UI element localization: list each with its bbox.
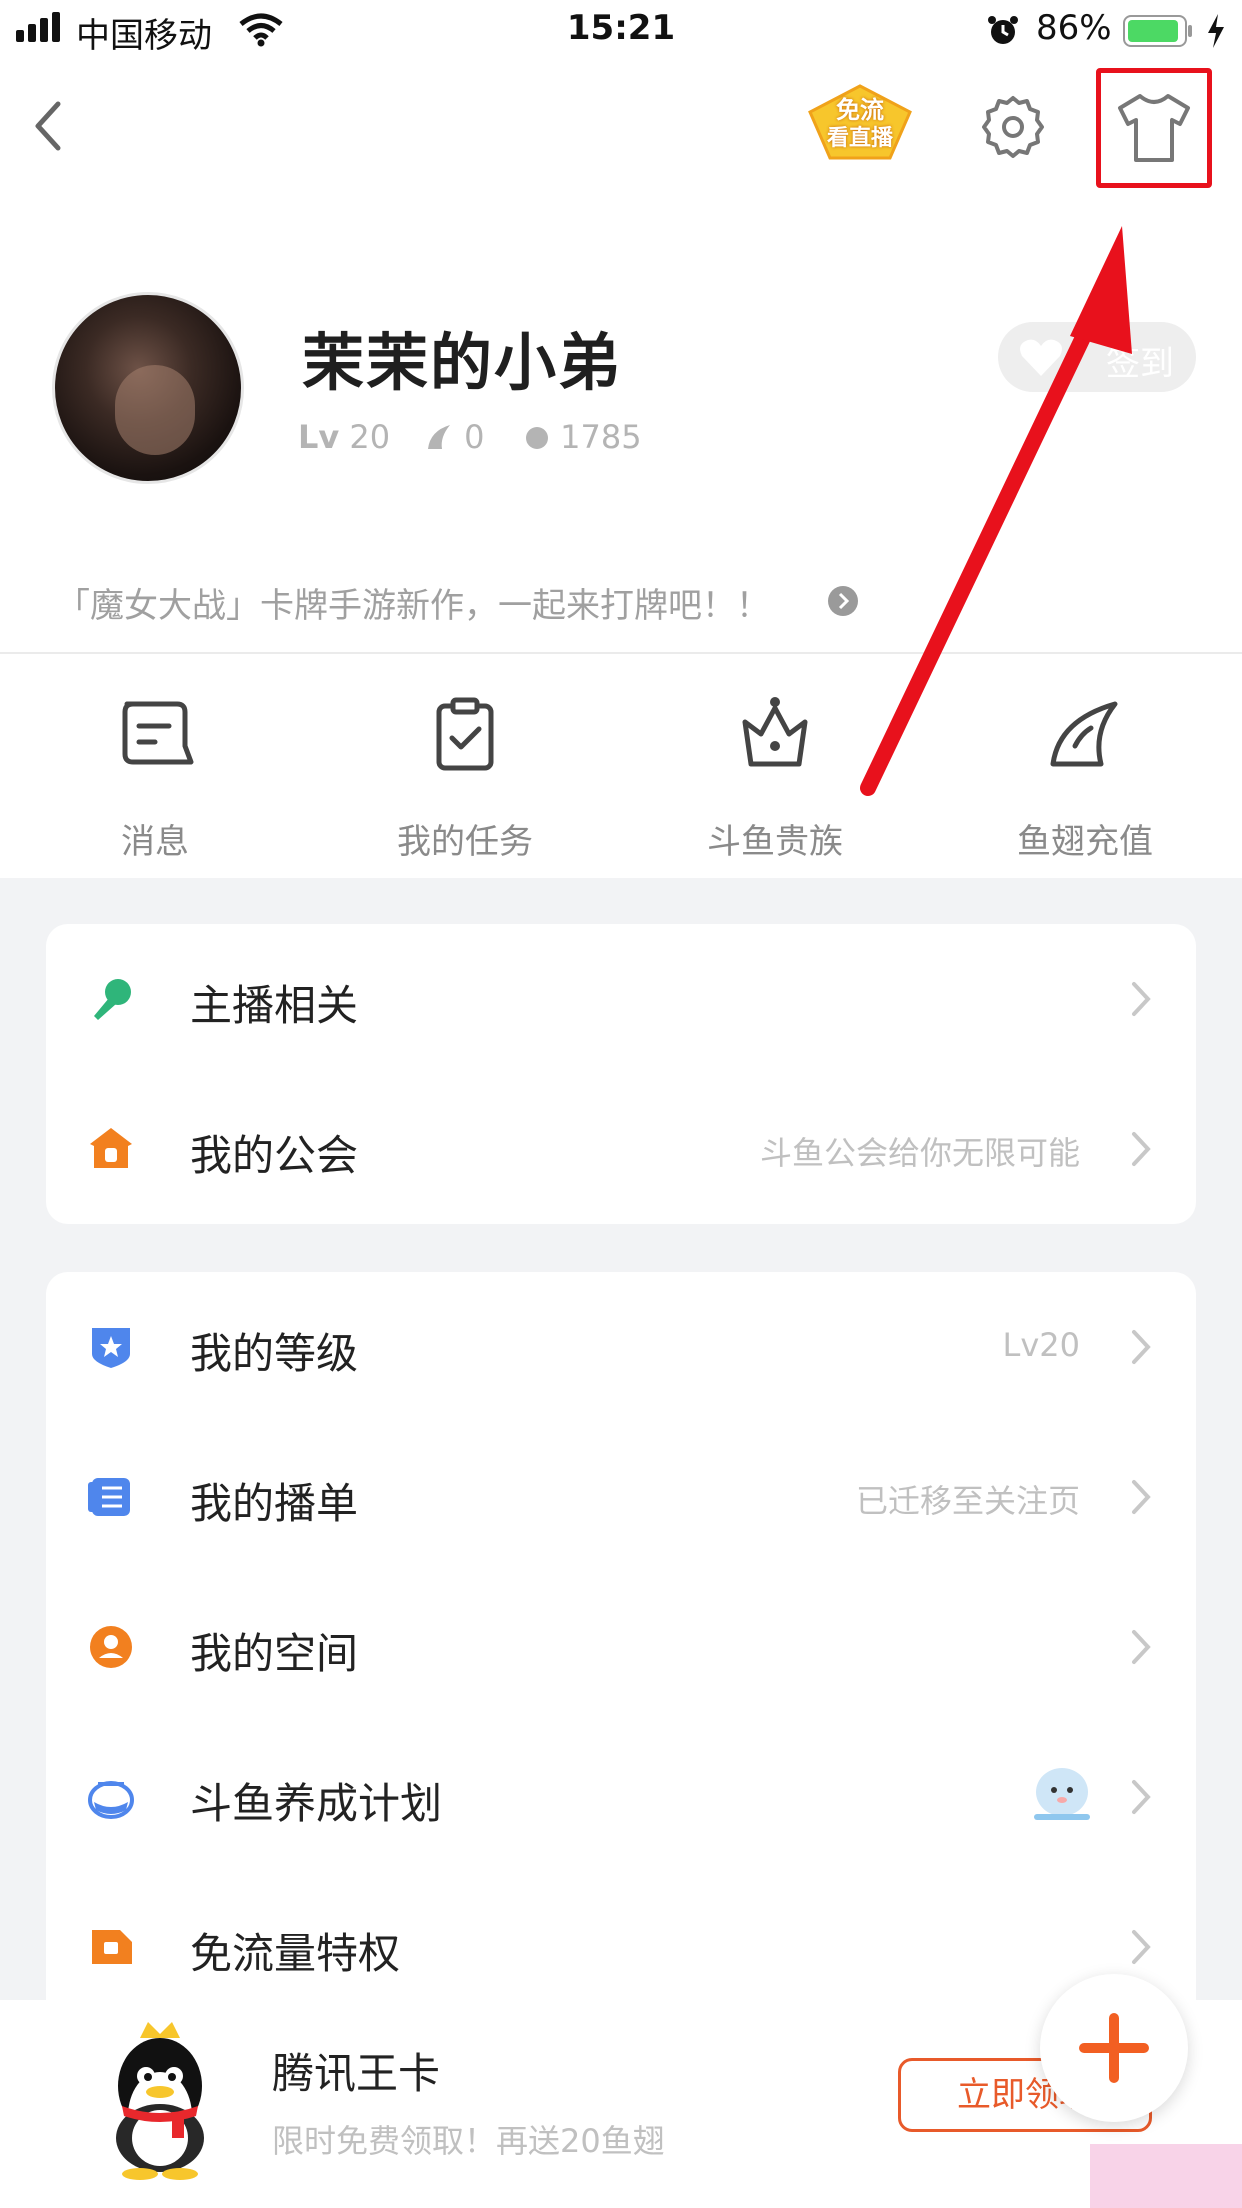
row-hint: Lv20 bbox=[1002, 1326, 1080, 1364]
row-label: 我的等级 bbox=[190, 1329, 359, 1378]
username[interactable]: 茉茉的小弟 bbox=[302, 312, 622, 402]
row-hint: 已迁移至关注页 bbox=[855, 1482, 1080, 1520]
chevron-right-icon bbox=[1132, 1780, 1151, 1814]
menu-card-anchor: 主播相关 我的公会 斗鱼公会给你无限可能 bbox=[46, 924, 1196, 1224]
star-shield-icon bbox=[92, 1328, 130, 1368]
balls-value: 1785 bbox=[560, 418, 642, 456]
gear-icon[interactable] bbox=[980, 94, 1046, 160]
guild-house-icon bbox=[90, 1128, 132, 1168]
checkin-label: 签到 bbox=[1106, 344, 1174, 384]
row-label: 斗鱼养成计划 bbox=[190, 1779, 443, 1828]
avatar-face bbox=[115, 365, 195, 455]
level-stat: Lv 20 bbox=[298, 418, 390, 456]
corner-watermark bbox=[1090, 2144, 1242, 2208]
fin-small-icon bbox=[428, 425, 450, 449]
fins-stat: 0 bbox=[424, 418, 485, 456]
qq-penguin-icon bbox=[116, 2022, 204, 2180]
row-label: 主播相关 bbox=[190, 981, 359, 1030]
menu-row-my-playlist[interactable]: 我的播单 已迁移至关注页 bbox=[46, 1422, 1196, 1572]
row-label: 我的空间 bbox=[190, 1629, 359, 1678]
chevron-right-icon bbox=[1132, 1330, 1151, 1364]
alarm-icon bbox=[988, 16, 1018, 44]
balls-stat: 1785 bbox=[524, 418, 642, 456]
skin-button[interactable] bbox=[1096, 68, 1212, 188]
chevron-right-icon bbox=[1132, 1132, 1151, 1166]
quick-action-label: 我的任务 bbox=[397, 822, 533, 862]
battery-percentage: 86% bbox=[1036, 8, 1112, 48]
chevron-right-small-icon bbox=[838, 592, 850, 610]
checkin-button[interactable]: 签到 bbox=[998, 322, 1196, 392]
chevron-left-icon[interactable] bbox=[28, 96, 68, 156]
fins-value: 0 bbox=[464, 418, 485, 456]
row-hint: 斗鱼公会给你无限可能 bbox=[759, 1134, 1080, 1172]
quick-action-tasks[interactable]: 我的任务 bbox=[310, 694, 620, 863]
plus-icon bbox=[1079, 2013, 1149, 2083]
mascot-icon bbox=[1034, 1768, 1090, 1820]
menu-row-my-guild[interactable]: 我的公会 斗鱼公会给你无限可能 bbox=[46, 1074, 1196, 1224]
crown-icon bbox=[742, 697, 808, 767]
task-clipboard-icon bbox=[436, 697, 494, 771]
menu-row-growth-plan[interactable]: 斗鱼养成计划 bbox=[46, 1722, 1196, 1872]
chevron-right-icon bbox=[1132, 1480, 1151, 1514]
promo-badge-line2: 看直播 bbox=[826, 126, 893, 151]
chevron-right-icon bbox=[1132, 982, 1151, 1016]
quick-action-label: 消息 bbox=[121, 822, 189, 862]
menu-row-my-space[interactable]: 我的空间 bbox=[46, 1572, 1196, 1722]
message-icon bbox=[122, 701, 194, 765]
row-label: 免流量特权 bbox=[190, 1929, 401, 1978]
avatar[interactable] bbox=[52, 292, 244, 484]
quick-action-label: 斗鱼贵族 bbox=[707, 822, 843, 862]
fin-icon bbox=[1050, 701, 1118, 767]
menu-row-my-level[interactable]: 我的等级 Lv20 bbox=[46, 1272, 1196, 1422]
quick-action-messages[interactable]: 消息 bbox=[0, 694, 310, 863]
microphone-icon bbox=[94, 979, 131, 1020]
row-label: 我的公会 bbox=[190, 1131, 359, 1180]
promo-subtitle: 限时免费领取！再送20鱼翅 bbox=[272, 2122, 665, 2160]
fishbowl-icon bbox=[88, 1781, 134, 1819]
user-circle-icon bbox=[90, 1626, 132, 1668]
quick-actions-bar: 消息 我的任务 斗鱼贵族 鱼翅充值 bbox=[0, 654, 1242, 878]
floating-add-button[interactable] bbox=[1040, 1974, 1188, 2122]
announcement-arrow-icon[interactable] bbox=[828, 586, 858, 616]
charging-icon bbox=[1208, 14, 1224, 48]
battery-icon bbox=[1123, 15, 1192, 47]
announcement-text[interactable]: 「魔女大战」卡牌手游新作，一起来打牌吧！！ bbox=[56, 578, 770, 627]
quick-action-label: 鱼翅充值 bbox=[1017, 822, 1153, 862]
quick-action-recharge[interactable]: 鱼翅充值 bbox=[930, 694, 1240, 863]
menu-row-anchor-related[interactable]: 主播相关 bbox=[46, 924, 1196, 1074]
quick-action-nobility[interactable]: 斗鱼贵族 bbox=[620, 694, 930, 863]
menu-card-personal: 我的等级 Lv20 我的播单 已迁移至关注页 我的空间 斗鱼养成计划 免流量特权 bbox=[46, 1272, 1196, 2032]
row-label: 我的播单 bbox=[190, 1479, 359, 1528]
data-tag-icon bbox=[92, 1930, 132, 1964]
free-data-live-badge[interactable]: 免流 看直播 bbox=[806, 84, 914, 160]
promo-title: 腾讯王卡 bbox=[272, 2049, 441, 2098]
status-bar: 中国移动 15:21 86% bbox=[0, 0, 1242, 62]
playlist-icon bbox=[88, 1478, 130, 1516]
checkin-heart-icon bbox=[1020, 339, 1062, 376]
level-value: 20 bbox=[349, 418, 391, 456]
ball-small-icon bbox=[526, 427, 548, 449]
level-prefix: Lv bbox=[298, 418, 340, 456]
chevron-right-icon bbox=[1132, 1630, 1151, 1664]
chevron-right-icon bbox=[1132, 1930, 1151, 1964]
tshirt-icon bbox=[1118, 94, 1190, 162]
